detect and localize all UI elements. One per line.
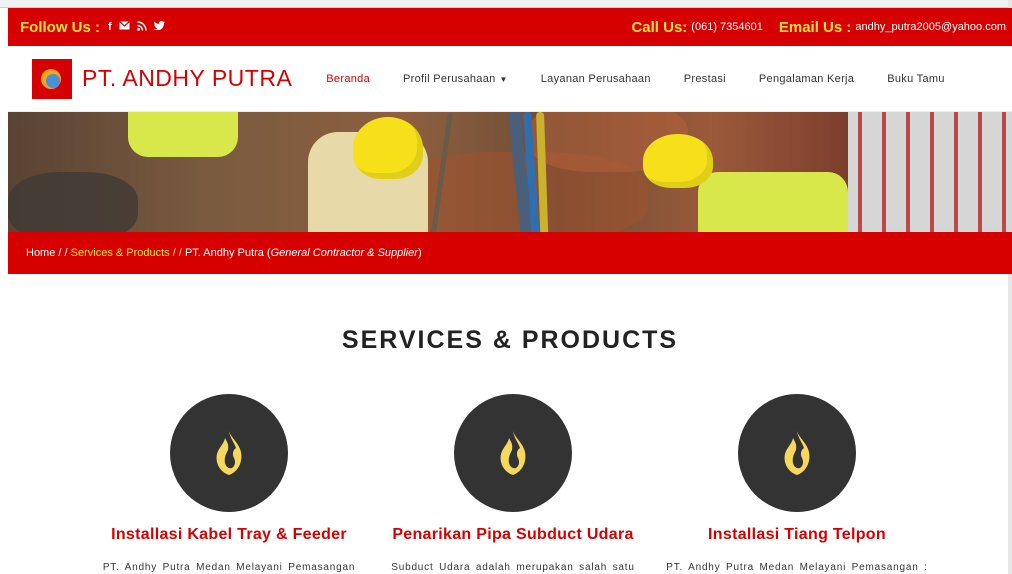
breadcrumb-home[interactable]: Home / / <box>26 247 68 259</box>
nav-item-beranda[interactable]: Beranda <box>326 73 370 85</box>
service-description: PT. Andhy Putra Medan Melayani Pemasanga… <box>102 562 356 573</box>
service-card: Penarikan Pipa Subduct Udara Subduct Uda… <box>368 394 658 573</box>
phone-number: (061) 7354601 <box>691 21 763 33</box>
page-title: SERVICES & PRODUCTS <box>341 326 679 354</box>
service-description: Subduct Udara adalah merupakan salah sat… <box>391 562 635 573</box>
breadcrumb-company: PT. Andhy Putra ( <box>184 247 271 259</box>
follow-label: Follow Us : <box>20 18 100 36</box>
hero-banner-image <box>8 112 1012 232</box>
main-navbar: PT. ANDHY PUTRA Beranda Profil Perusahaa… <box>8 46 1012 112</box>
top-bar: Follow Us : f Call Us: (061) 7354601 Ema… <box>8 8 1012 46</box>
flame-icon <box>500 431 526 475</box>
brand-name[interactable]: PT. ANDHY PUTRA <box>82 65 292 92</box>
breadcrumb: Home / / Services & Products / / PT. And… <box>8 232 1012 274</box>
nav-item-prestasi[interactable]: Prestasi <box>684 73 726 85</box>
twitter-icon[interactable] <box>153 21 165 33</box>
service-icon-circle[interactable] <box>454 394 572 512</box>
breadcrumb-services[interactable]: Services & Products / / <box>71 247 182 259</box>
service-icon-circle[interactable] <box>170 394 288 512</box>
follow-us: Follow Us : f <box>20 19 165 36</box>
nav-item-label: Profil Perusahaan <box>403 72 496 85</box>
breadcrumb-close: ) <box>417 247 422 259</box>
service-card: Installasi Tiang Telpon PT. Andhy Putra … <box>652 394 942 573</box>
service-card: Installasi Kabel Tray & Feeder PT. Andhy… <box>84 394 374 573</box>
breadcrumb-tagline: General Contractor & Supplier <box>270 247 418 259</box>
caret-down-icon: ▼ <box>499 74 508 84</box>
email-label: Email Us : <box>778 18 852 36</box>
service-icon-circle[interactable] <box>738 394 856 512</box>
nav-item-profil-perusahaan[interactable]: Profil Perusahaan ▼ <box>403 73 508 85</box>
nav-item-layanan-perusahaan[interactable]: Layanan Perusahaan <box>541 73 651 85</box>
mail-icon[interactable] <box>118 21 130 33</box>
email-address[interactable]: andhy_putra2005@yahoo.com <box>855 21 1006 33</box>
facebook-icon[interactable]: f <box>108 21 112 33</box>
service-description: PT. Andhy Putra Medan Melayani Pemasanga… <box>666 562 928 573</box>
nav-item-pengalaman-kerja[interactable]: Pengalaman Kerja <box>759 73 854 85</box>
rss-icon[interactable] <box>136 20 147 34</box>
social-links: f <box>108 20 165 34</box>
service-title[interactable]: Penarikan Pipa Subduct Udara <box>368 526 658 544</box>
nav-item-buku-tamu[interactable]: Buku Tamu <box>887 73 945 85</box>
nav-menu: Beranda Profil Perusahaan ▼ Layanan Perus… <box>326 73 944 85</box>
service-title[interactable]: Installasi Tiang Telpon <box>652 526 942 544</box>
call-label: Call Us: <box>631 18 688 36</box>
service-title[interactable]: Installasi Kabel Tray & Feeder <box>84 526 374 544</box>
company-logo[interactable] <box>32 58 72 99</box>
contact-info: Call Us: (061) 7354601 Email Us : andhy_… <box>631 19 1006 36</box>
browser-frame-top <box>0 0 1012 8</box>
flame-icon <box>784 431 810 475</box>
flame-icon <box>216 431 242 475</box>
